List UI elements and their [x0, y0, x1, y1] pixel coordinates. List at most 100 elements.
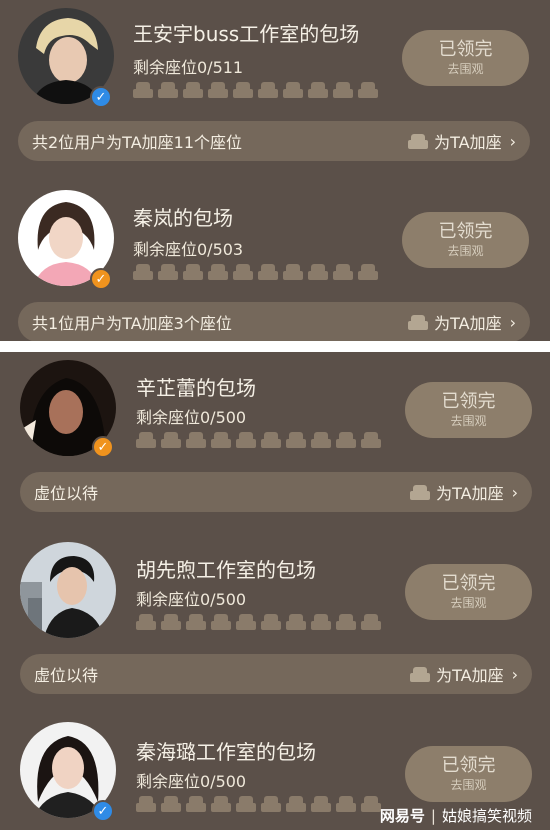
- seat-icon: [161, 432, 181, 448]
- seat-icon: [358, 82, 378, 98]
- watch-label: 去围观: [450, 778, 487, 792]
- seat-icons: [136, 432, 381, 448]
- verified-badge-icon: ✓: [92, 800, 114, 822]
- seat-icon: [158, 82, 178, 98]
- sofa-icon: [408, 133, 429, 149]
- seat-icon: [211, 432, 231, 448]
- add-seat-label: 为TA加座: [436, 666, 504, 685]
- sofa-icon: [410, 666, 431, 682]
- seat-icon: [133, 264, 153, 280]
- watermark-logo: 网易号: [379, 807, 425, 825]
- seat-icon: [186, 432, 206, 448]
- seat-icon: [258, 82, 278, 98]
- seat-icon: [333, 82, 353, 98]
- watch-label: 去围观: [450, 596, 487, 610]
- sofa-icon: [408, 314, 429, 330]
- claimed-label: 已领完: [441, 573, 496, 594]
- add-seat-bar[interactable]: 虚位以待 为TA加座 ›: [20, 472, 532, 512]
- seat-icon: [336, 614, 356, 630]
- seat-icon: [361, 796, 381, 812]
- seat-icon: [286, 796, 306, 812]
- seat-icon: [258, 264, 278, 280]
- chevron-right-icon: ›: [511, 482, 518, 502]
- seat-icon: [208, 82, 228, 98]
- seat-icon: [183, 264, 203, 280]
- seat-icon: [336, 796, 356, 812]
- seat-icon: [283, 264, 303, 280]
- claimed-label: 已领完: [441, 391, 496, 412]
- seat-icon: [283, 82, 303, 98]
- seat-icon: [236, 796, 256, 812]
- claimed-button[interactable]: 已领完 去围观: [405, 746, 532, 802]
- seat-icon: [161, 796, 181, 812]
- add-seat-bar[interactable]: 虚位以待 为TA加座 ›: [20, 654, 532, 694]
- avatar[interactable]: [20, 542, 116, 638]
- seat-icons: [136, 614, 381, 630]
- seat-icon: [358, 264, 378, 280]
- seat-icon: [183, 82, 203, 98]
- seat-icon: [261, 614, 281, 630]
- seat-icon: [236, 432, 256, 448]
- booking-card: ✓ 王安宇buss工作室的包场 剩余座位0/511 已领完 去围观 共2位用户为…: [0, 0, 550, 182]
- supporters-text: 共1位用户为TA加座3个座位: [32, 314, 232, 333]
- watermark-account: 姑娘搞笑视频: [441, 807, 532, 825]
- seat-icon: [208, 264, 228, 280]
- watch-label: 去围观: [447, 244, 484, 258]
- add-seat-bar[interactable]: 共2位用户为TA加座11个座位 为TA加座 ›: [18, 121, 530, 161]
- seat-icon: [236, 614, 256, 630]
- add-seat-button[interactable]: 为TA加座 ›: [410, 480, 518, 504]
- seat-icon: [133, 82, 153, 98]
- seat-icon: [333, 264, 353, 280]
- seat-icon: [308, 82, 328, 98]
- seat-icon: [136, 796, 156, 812]
- watermark: 网易号 | 姑娘搞笑视频: [380, 805, 532, 826]
- remaining-seats: 剩余座位0/503: [133, 240, 244, 259]
- watch-label: 去围观: [450, 414, 487, 428]
- chevron-right-icon: ›: [511, 664, 518, 684]
- claimed-button[interactable]: 已领完 去围观: [402, 212, 529, 268]
- add-seat-label: 为TA加座: [434, 133, 502, 152]
- claimed-label: 已领完: [438, 39, 493, 60]
- seat-icon: [336, 432, 356, 448]
- seat-icon: [186, 614, 206, 630]
- seat-icon: [211, 796, 231, 812]
- add-seat-bar[interactable]: 共1位用户为TA加座3个座位 为TA加座 ›: [18, 302, 530, 341]
- claimed-label: 已领完: [438, 221, 493, 242]
- seat-icon: [311, 614, 331, 630]
- sofa-icon: [410, 484, 431, 500]
- remaining-seats: 剩余座位0/500: [136, 408, 247, 427]
- seat-icon: [186, 796, 206, 812]
- booking-card: 胡先煦工作室的包场 剩余座位0/500 已领完 去围观 虚位以待 为TA加座 ›: [0, 534, 550, 716]
- claimed-button[interactable]: 已领完 去围观: [402, 30, 529, 86]
- top-panel: ✓ 王安宇buss工作室的包场 剩余座位0/511 已领完 去围观 共2位用户为…: [0, 0, 550, 341]
- add-seat-button[interactable]: 为TA加座 ›: [410, 662, 518, 686]
- claimed-button[interactable]: 已领完 去围观: [405, 564, 532, 620]
- seat-icon: [158, 264, 178, 280]
- seat-icon: [261, 796, 281, 812]
- add-seat-button[interactable]: 为TA加座 ›: [408, 129, 516, 153]
- claimed-button[interactable]: 已领完 去围观: [405, 382, 532, 438]
- seat-icon: [361, 432, 381, 448]
- chevron-right-icon: ›: [509, 312, 516, 332]
- seat-icon: [361, 614, 381, 630]
- watermark-separator: |: [430, 806, 436, 825]
- add-seat-button[interactable]: 为TA加座 ›: [408, 310, 516, 334]
- seat-icon: [136, 432, 156, 448]
- supporters-text: 虚位以待: [34, 666, 99, 685]
- seat-icon: [286, 432, 306, 448]
- seat-icon: [161, 614, 181, 630]
- seat-icon: [136, 614, 156, 630]
- watch-label: 去围观: [447, 62, 484, 76]
- booking-card: ✓ 辛芷蕾的包场 剩余座位0/500 已领完 去围观 虚位以待 为TA加座 ›: [0, 352, 550, 534]
- booking-card: ✓ 秦岚的包场 剩余座位0/503 已领完 去围观 共1位用户为TA加座3个座位…: [0, 182, 550, 341]
- seat-icons: [133, 82, 378, 98]
- seat-icon: [308, 264, 328, 280]
- screening-title: 秦海璐工作室的包场: [136, 740, 316, 764]
- remaining-seats: 剩余座位0/511: [133, 58, 244, 77]
- supporters-text: 虚位以待: [34, 484, 99, 503]
- screening-title: 秦岚的包场: [133, 206, 233, 230]
- add-seat-label: 为TA加座: [434, 314, 502, 333]
- remaining-seats: 剩余座位0/500: [136, 590, 247, 609]
- verified-badge-icon: ✓: [90, 268, 112, 290]
- verified-badge-icon: ✓: [92, 436, 114, 458]
